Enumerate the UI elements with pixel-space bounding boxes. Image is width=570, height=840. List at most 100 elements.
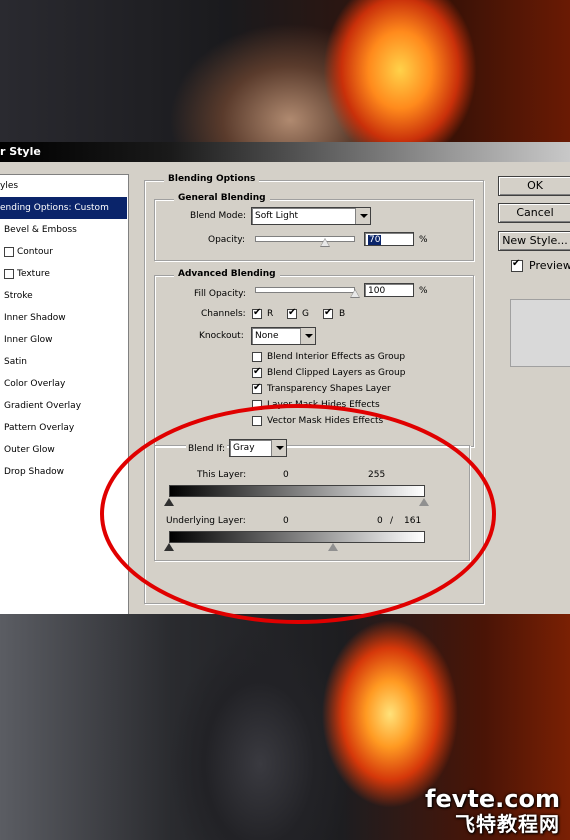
channel-g-checkbox[interactable]	[287, 307, 297, 319]
channel-b-label: B	[339, 309, 346, 319]
general-blending-title: General Blending	[174, 193, 270, 204]
opacity-unit: %	[419, 235, 428, 245]
style-preview-swatch	[510, 299, 570, 367]
blend-interior-label: Blend Interior Effects as Group	[267, 352, 406, 362]
ok-button[interactable]: OK	[498, 176, 570, 196]
style-item-inner-glow[interactable]: Inner Glow	[0, 329, 127, 351]
opacity-label: Opacity:	[208, 235, 245, 245]
watermark-domain: fevte.com	[425, 785, 560, 813]
layer-mask-hides-checkbox[interactable]	[252, 400, 262, 410]
layer-style-dialog: r Style yles ending Options: Custom Beve…	[0, 142, 570, 616]
fill-opacity-label: Fill Opacity:	[194, 289, 246, 299]
this-layer-white-slider[interactable]	[419, 498, 429, 506]
this-layer-label: This Layer:	[197, 470, 247, 480]
chevron-down-icon	[355, 208, 370, 224]
blend-if-select[interactable]: Gray	[229, 439, 287, 457]
style-item-label: Bevel & Emboss	[4, 225, 77, 235]
style-item-label: Texture	[17, 269, 50, 279]
underlying-layer-label: Underlying Layer:	[166, 516, 246, 526]
blend-mode-select[interactable]: Soft Light	[251, 207, 371, 225]
this-layer-high-value: 255	[368, 470, 386, 480]
layer-mask-hides-label: Layer Mask Hides Effects	[267, 400, 380, 410]
blend-mode-label: Blend Mode:	[190, 211, 247, 221]
fill-opacity-unit: %	[419, 286, 428, 296]
opacity-slider[interactable]	[255, 236, 355, 242]
style-item-stroke[interactable]: Stroke	[0, 285, 127, 307]
style-item-bevel-emboss[interactable]: Bevel & Emboss	[0, 219, 127, 241]
channel-r-checkbox[interactable]	[252, 307, 262, 319]
cancel-button[interactable]: Cancel	[498, 203, 570, 223]
knockout-select[interactable]: None	[251, 327, 316, 345]
opacity-value: 70	[368, 235, 382, 245]
style-item-texture[interactable]: Texture	[0, 263, 127, 285]
watermark-chinese: 飞特教程网	[455, 812, 560, 836]
this-layer-low-value: 0	[283, 470, 289, 480]
channel-b-checkbox[interactable]	[323, 307, 333, 319]
advanced-blending-title: Advanced Blending	[174, 269, 280, 280]
fill-opacity-input[interactable]: 100	[364, 283, 414, 297]
style-item-label: Color Overlay	[4, 379, 66, 389]
style-item-contour[interactable]: Contour	[0, 241, 127, 263]
blend-interior-checkbox[interactable]	[252, 352, 262, 362]
this-layer-black-slider[interactable]	[164, 498, 174, 506]
style-item-label: Stroke	[4, 291, 33, 301]
underlying-low-value: 0	[283, 516, 289, 526]
style-item-gradient-overlay[interactable]: Gradient Overlay	[0, 395, 127, 417]
channel-g-label: G	[302, 309, 309, 319]
style-item-inner-shadow[interactable]: Inner Shadow	[0, 307, 127, 329]
fill-opacity-slider-thumb[interactable]	[350, 289, 360, 298]
preview-label: Preview	[529, 259, 570, 272]
preview-checkbox[interactable]	[511, 258, 523, 272]
dialog-body: yles ending Options: Custom Bevel & Embo…	[0, 162, 570, 616]
underlying-white-slider[interactable]	[328, 543, 338, 551]
blending-options-title: Blending Options	[164, 174, 260, 185]
contour-checkbox[interactable]	[4, 247, 14, 257]
style-item-pattern-overlay[interactable]: Pattern Overlay	[0, 417, 127, 439]
title-bar[interactable]: r Style	[0, 142, 570, 162]
this-layer-gradient	[169, 485, 425, 497]
style-item-styles[interactable]: yles	[0, 175, 127, 197]
fill-opacity-slider[interactable]	[255, 287, 355, 293]
style-item-label: Pattern Overlay	[4, 423, 75, 433]
opacity-input[interactable]: 70	[364, 232, 414, 246]
blend-if-label: Blend If:	[186, 443, 228, 455]
knockout-value: None	[255, 331, 279, 341]
style-item-label: Gradient Overlay	[4, 401, 82, 411]
knockout-label: Knockout:	[199, 331, 244, 341]
opacity-slider-thumb[interactable]	[320, 238, 330, 247]
style-item-label: Inner Glow	[4, 335, 53, 345]
window-title: r Style	[0, 145, 41, 158]
texture-checkbox[interactable]	[4, 269, 14, 279]
channels-label: Channels:	[201, 309, 246, 319]
style-item-drop-shadow[interactable]: Drop Shadow	[0, 461, 127, 483]
underlying-separator: /	[390, 516, 394, 526]
new-style-button[interactable]: New Style...	[498, 231, 570, 251]
style-item-label: Outer Glow	[4, 445, 55, 455]
underlying-black-slider[interactable]	[164, 543, 174, 551]
blend-mode-value: Soft Light	[255, 211, 299, 221]
transparency-shapes-label: Transparency Shapes Layer	[267, 384, 391, 394]
vector-mask-hides-checkbox[interactable]	[252, 416, 262, 426]
style-item-label: Drop Shadow	[4, 467, 65, 477]
underlying-high-value: 161	[404, 516, 422, 526]
chevron-down-icon	[271, 440, 286, 456]
style-item-color-overlay[interactable]: Color Overlay	[0, 373, 127, 395]
style-item-satin[interactable]: Satin	[0, 351, 127, 373]
style-item-label: yles	[0, 181, 19, 191]
style-item-label: ending Options: Custom	[0, 203, 109, 213]
blend-if-value: Gray	[233, 443, 255, 453]
underlying-layer-gradient	[169, 531, 425, 543]
style-item-label: Satin	[4, 357, 27, 367]
fill-opacity-value: 100	[368, 286, 386, 296]
style-item-outer-glow[interactable]: Outer Glow	[0, 439, 127, 461]
chevron-down-icon	[300, 328, 315, 344]
blend-clipped-label: Blend Clipped Layers as Group	[267, 368, 406, 378]
transparency-shapes-checkbox[interactable]	[252, 382, 262, 394]
style-item-label: Contour	[17, 247, 53, 257]
vector-mask-hides-label: Vector Mask Hides Effects	[267, 416, 384, 426]
underlying-split-value: 0	[377, 516, 383, 526]
style-item-blending-options[interactable]: ending Options: Custom	[0, 197, 127, 219]
blend-clipped-checkbox[interactable]	[252, 366, 262, 378]
channel-r-label: R	[267, 309, 274, 319]
styles-list: yles ending Options: Custom Bevel & Embo…	[0, 174, 129, 616]
